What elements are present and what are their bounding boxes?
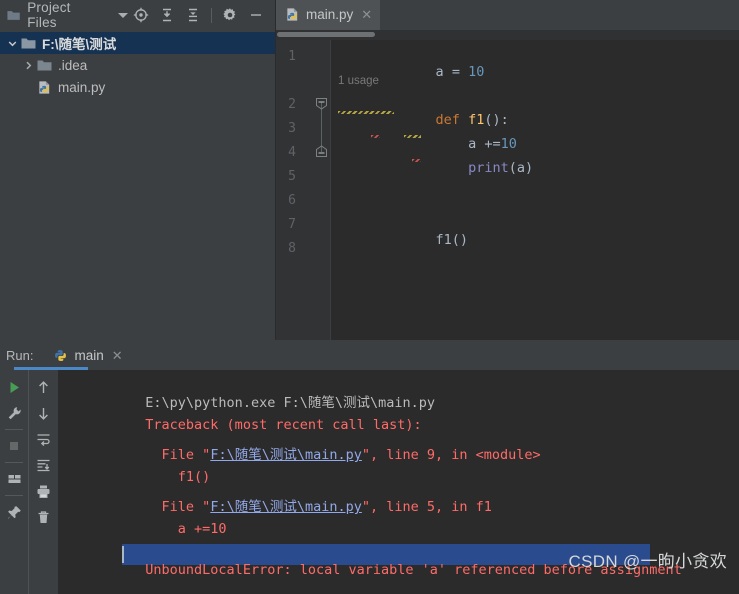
toolbar-divider bbox=[5, 495, 23, 496]
run-left-toolbar bbox=[0, 370, 28, 594]
run-tab-main[interactable]: main ✕ bbox=[47, 340, 128, 370]
hide-panel-icon[interactable] bbox=[243, 2, 269, 28]
settings-gear-icon[interactable] bbox=[217, 2, 243, 28]
project-toolbar bbox=[128, 2, 275, 28]
project-tree: F:\随笔\测试 .idea bbox=[0, 30, 275, 98]
line-number: 2 bbox=[288, 97, 296, 112]
arrow-down-icon[interactable] bbox=[31, 400, 57, 426]
close-icon[interactable]: ✕ bbox=[361, 8, 372, 21]
close-icon[interactable]: ✕ bbox=[112, 349, 123, 362]
folder-icon bbox=[21, 37, 36, 50]
run-tool-window: Run: main ✕ bbox=[0, 340, 739, 594]
pycharm-window: Project Files bbox=[0, 0, 739, 594]
tree-item-label: F:\随笔\测试 bbox=[42, 33, 116, 53]
code-line-1: a = 10 bbox=[338, 48, 484, 96]
run-tab-bar: Run: main ✕ bbox=[0, 340, 739, 370]
python-file-icon bbox=[53, 348, 68, 363]
line-number: 7 bbox=[288, 217, 296, 232]
tree-item-idea[interactable]: .idea bbox=[0, 54, 275, 76]
python-file-icon bbox=[285, 7, 300, 22]
code-line-7: f1() bbox=[338, 216, 468, 264]
line-number: 4 bbox=[288, 145, 296, 160]
editor-area: main.py ✕ 1 2 3 4 5 6 7 8 bbox=[276, 0, 739, 340]
collapse-all-icon[interactable] bbox=[180, 2, 206, 28]
python-file-icon bbox=[37, 80, 52, 95]
code-line-4: print(a) bbox=[338, 144, 533, 192]
editor-tab-bar: main.py ✕ bbox=[276, 0, 739, 30]
project-files-selector[interactable]: Project Files bbox=[7, 0, 128, 30]
line-number: 5 bbox=[288, 169, 296, 184]
rerun-icon[interactable] bbox=[1, 374, 27, 400]
watermark-text: CSDN @一昫小贪欢 bbox=[569, 547, 727, 572]
project-tool-window: Project Files bbox=[0, 0, 276, 340]
console-text: ", line 5, in f1 bbox=[362, 499, 492, 515]
project-panel-header: Project Files bbox=[0, 0, 275, 30]
wrench-settings-icon[interactable] bbox=[1, 400, 27, 426]
folder-icon bbox=[7, 9, 20, 22]
line-number: 6 bbox=[288, 193, 296, 208]
code-text-area[interactable]: a = 10 1 usage def f1(): a +=10 bbox=[330, 40, 739, 340]
tree-item-label: main.py bbox=[58, 80, 105, 95]
toolbar-divider bbox=[211, 8, 212, 23]
code-token-call: f1() bbox=[436, 232, 469, 248]
error-squiggle bbox=[412, 159, 421, 162]
editor-tab-mainpy[interactable]: main.py ✕ bbox=[276, 0, 380, 30]
run-panel-label: Run: bbox=[6, 348, 33, 363]
code-token-var: a bbox=[517, 160, 525, 176]
locate-file-icon[interactable] bbox=[128, 2, 154, 28]
warning-squiggle bbox=[404, 135, 421, 138]
run-tab-label: main bbox=[74, 348, 103, 363]
scroll-to-end-icon[interactable] bbox=[31, 452, 57, 478]
warning-squiggle bbox=[338, 111, 394, 114]
error-squiggle bbox=[371, 135, 380, 138]
fold-gutter bbox=[314, 40, 330, 340]
chevron-down-icon[interactable] bbox=[118, 13, 128, 18]
toolbar-divider bbox=[5, 429, 23, 430]
chevron-collapsed-icon[interactable] bbox=[20, 61, 37, 70]
code-token-builtin: print bbox=[468, 160, 509, 176]
folder-icon bbox=[37, 59, 52, 72]
code-viewport: 1 2 3 4 5 6 7 8 bbox=[276, 40, 739, 340]
console-text: ", line 9, in <module> bbox=[362, 447, 541, 463]
print-icon[interactable] bbox=[31, 478, 57, 504]
console-file-link[interactable]: F:\随笔\测试\main.py bbox=[210, 499, 362, 515]
tree-item-mainpy[interactable]: main.py bbox=[0, 76, 275, 98]
line-number: 3 bbox=[288, 121, 296, 136]
line-number: 8 bbox=[288, 241, 296, 256]
chevron-expanded-icon[interactable] bbox=[4, 39, 21, 48]
code-token-number: 10 bbox=[468, 64, 484, 80]
inlay-hint-usages[interactable]: 1 usage bbox=[338, 75, 379, 87]
line-number: 1 bbox=[288, 49, 296, 64]
arrow-up-icon[interactable] bbox=[31, 374, 57, 400]
console-file-link[interactable]: F:\随笔\测试\main.py bbox=[210, 447, 362, 463]
console-line-exit-code: Process finished with exit code 1 bbox=[64, 586, 414, 594]
toolbar-divider bbox=[5, 462, 23, 463]
stop-icon[interactable] bbox=[1, 433, 27, 459]
trash-icon[interactable] bbox=[31, 504, 57, 530]
tree-item-label: .idea bbox=[58, 58, 87, 73]
scrollbar-thumb[interactable] bbox=[277, 32, 375, 37]
fold-collapse-icon[interactable] bbox=[315, 97, 328, 110]
soft-wrap-icon[interactable] bbox=[31, 426, 57, 452]
project-panel-title: Project Files bbox=[27, 0, 95, 30]
console-text: a +=10 bbox=[145, 521, 226, 537]
editor-horizontal-scrollbar[interactable] bbox=[276, 30, 739, 40]
top-region: Project Files bbox=[0, 0, 739, 340]
tree-item-root[interactable]: F:\随笔\测试 bbox=[0, 32, 275, 54]
expand-all-icon[interactable] bbox=[154, 2, 180, 28]
pin-tab-icon[interactable] bbox=[1, 499, 27, 525]
run-right-toolbar bbox=[28, 370, 58, 594]
fold-end-icon[interactable] bbox=[315, 145, 328, 158]
code-token-var: a bbox=[436, 64, 444, 80]
layout-settings-icon[interactable] bbox=[1, 466, 27, 492]
editor-tab-label: main.py bbox=[306, 7, 353, 22]
editor-gutter: 1 2 3 4 5 6 7 8 bbox=[276, 40, 330, 340]
